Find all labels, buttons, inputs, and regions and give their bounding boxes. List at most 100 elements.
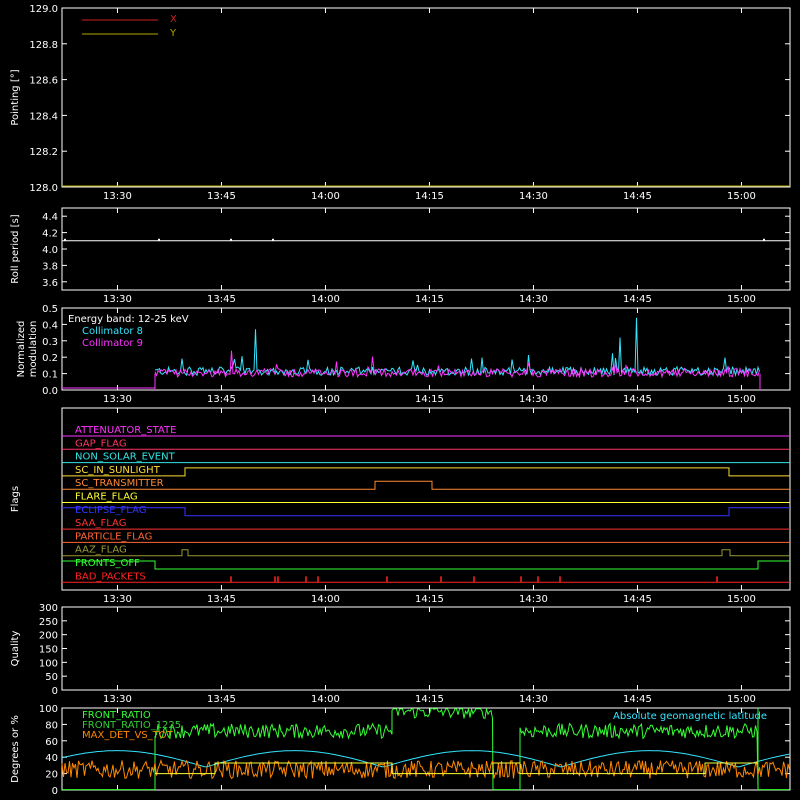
flag-label: SC_IN_SUNLIGHT [75, 465, 161, 476]
modulation-ylabel: Normalized [16, 321, 27, 378]
roll-xtick-label: 14:45 [623, 294, 652, 305]
ratios-series-max-det [61, 759, 790, 780]
flag-label: AAZ_FLAG [75, 545, 127, 556]
modulation-legend-title: Energy band: 12-25 keV [68, 314, 189, 325]
ratios-ylabel: Degrees or % [10, 715, 21, 783]
quality-ytick-label: 50 [45, 672, 58, 683]
modulation-ytick-label: 0.4 [42, 320, 58, 331]
roll-ytick-label: 3.8 [42, 261, 58, 272]
pointing-xtick-label: 15:00 [727, 191, 756, 202]
roll-point [763, 238, 765, 241]
roll-xtick-label: 14:00 [311, 294, 340, 305]
pointing-ytick-label: 128.4 [29, 111, 58, 122]
pointing-ytick-label: 129.0 [29, 4, 58, 15]
roll-ylabel: Roll period [s] [10, 214, 21, 283]
legend-y-label: Y [169, 28, 177, 39]
flags-xtick-label: 15:00 [727, 594, 756, 605]
modulation-xtick-label: 14:15 [415, 394, 444, 405]
modulation-xtick-label: 14:00 [311, 394, 340, 405]
flag-label: ATTENUATOR_STATE [75, 425, 176, 436]
flag-label: FRONTS_OFF [75, 558, 140, 569]
flag-series [62, 507, 790, 517]
quality-ylabel: Quality [10, 631, 21, 667]
ratios-annotation: Absolute geomagnetic latitude [613, 711, 767, 722]
flag-label: SAA_FLAG [75, 518, 126, 529]
roll-frame [61, 207, 791, 291]
quality-xtick-label: 14:45 [623, 694, 652, 705]
pointing-xtick-label: 14:45 [623, 191, 652, 202]
ratios-ytick-label: 100 [39, 704, 58, 715]
roll-xtick-label: 13:45 [207, 294, 236, 305]
pointing-xtick-label: 13:30 [103, 191, 132, 202]
modulation-xtick-label: 13:45 [207, 394, 236, 405]
roll-point [64, 238, 66, 241]
ratios-series-latitude [61, 750, 791, 768]
modulation-xtick-label: 14:30 [519, 394, 548, 405]
chart-figure: 13:30 13:45 14:00 14:15 14:30 14:45 15:00 128.0… [10, 4, 791, 797]
flags-xtick-label: 14:30 [519, 594, 548, 605]
modulation-ylabel: modulation [28, 321, 39, 378]
modulation-ytick-label: 0.0 [42, 386, 58, 397]
quality-ytick-label: 250 [39, 617, 58, 628]
quality-ytick-label: 100 [39, 658, 58, 669]
roll-point [230, 238, 232, 241]
modulation-ytick-label: 0.3 [42, 337, 58, 348]
flags-xtick-label: 14:45 [623, 594, 652, 605]
roll-ytick-label: 4.0 [42, 245, 58, 256]
modulation-ytick-label: 0.5 [42, 304, 58, 315]
roll-point [158, 238, 160, 241]
legend-x-label: X [170, 14, 177, 25]
quality-ytick-label: 0 [52, 686, 58, 697]
quality-ytick-label: 150 [39, 645, 58, 656]
roll-xtick-label: 14:30 [519, 294, 548, 305]
quality-xtick-label: 14:15 [415, 694, 444, 705]
flag-series [62, 560, 790, 570]
flag-label: GAP_FLAG [75, 438, 127, 449]
quality-frame [61, 606, 791, 691]
flag-label: FLARE_FLAG [75, 492, 138, 503]
modulation-xtick-label: 15:00 [727, 394, 756, 405]
flag-label: PARTICLE_FLAG [75, 531, 152, 542]
ratios-ytick-label: 20 [45, 770, 58, 781]
modulation-legend-c8: Collimator 8 [82, 326, 143, 337]
flags-xtick-label: 14:00 [311, 594, 340, 605]
flag-series [62, 467, 790, 477]
ratios-ytick-label: 40 [45, 753, 58, 764]
pointing-ytick-label: 128.8 [29, 40, 58, 51]
roll-point [272, 238, 274, 241]
modulation-series-c8 [154, 317, 760, 378]
quality-ytick-label: 300 [39, 603, 58, 614]
roll-ytick-label: 3.6 [42, 278, 58, 289]
flag-series [62, 549, 790, 557]
roll-xtick-label: 14:15 [415, 294, 444, 305]
roll-xtick-label: 15:00 [727, 294, 756, 305]
pointing-ylabel: Pointing [°] [10, 69, 21, 125]
quality-xtick-label: 14:30 [519, 694, 548, 705]
flags-xtick-label: 13:45 [207, 594, 236, 605]
flags-ylabel: Flags [10, 486, 21, 512]
modulation-ytick-label: 0.1 [42, 370, 58, 381]
roll-ytick-label: 4.2 [42, 229, 58, 240]
pointing-ytick-label: 128.2 [29, 147, 58, 158]
pointing-ytick-label: 128.6 [29, 76, 58, 87]
pointing-ytick-label: 128.0 [29, 183, 58, 194]
ratios-ytick-label: 80 [45, 720, 58, 731]
pointing-xtick-label: 14:15 [415, 191, 444, 202]
flag-series [62, 480, 790, 490]
modulation-xtick-label: 14:45 [623, 394, 652, 405]
flag-label: BAD_PACKETS [75, 571, 146, 582]
flag-label: SC_TRANSMITTER [75, 478, 164, 489]
pointing-xtick-label: 14:00 [311, 191, 340, 202]
ratios-legend-max-det: MAX_DET_VS_TOT [82, 730, 174, 741]
modulation-legend-c9: Collimator 9 [82, 338, 143, 349]
flag-label: NON_SOLAR_EVENT [75, 452, 176, 463]
quality-ytick-label: 200 [39, 631, 58, 642]
pointing-xtick-label: 14:30 [519, 191, 548, 202]
modulation-xtick-label: 13:30 [103, 394, 132, 405]
flag-label: ECLIPSE_FLAG [75, 505, 146, 516]
quality-xtick-label: 13:45 [207, 694, 236, 705]
quality-xtick-label: 14:00 [311, 694, 340, 705]
roll-xtick-label: 13:30 [103, 294, 132, 305]
ratios-ytick-label: 60 [45, 737, 58, 748]
roll-ytick-label: 4.4 [42, 212, 58, 223]
